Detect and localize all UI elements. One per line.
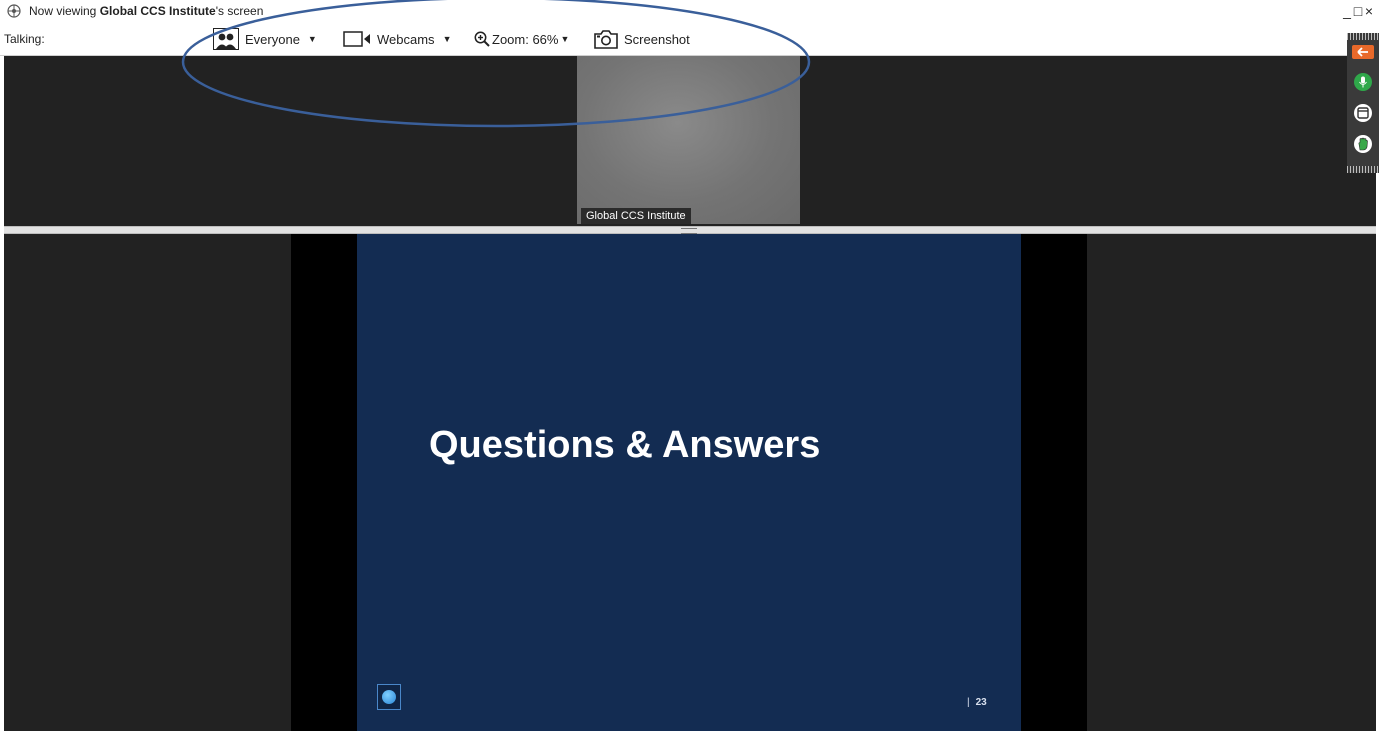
screenshot-button[interactable]: Screenshot — [594, 27, 690, 51]
webcam-icon — [343, 31, 370, 47]
webcams-label: Webcams — [377, 31, 435, 47]
zoom-icon — [474, 31, 490, 47]
presentation-slide: Questions & Answers | 23 — [357, 234, 1021, 731]
page-number: 23 — [975, 697, 987, 708]
raise-hand-button[interactable] — [1354, 135, 1372, 153]
panel-grip-bottom[interactable] — [1347, 166, 1379, 173]
toolbar: Talking: Everyone ▼ Webcams ▼ Zoom: 66% … — [0, 22, 1379, 56]
slide-page-number: | 23 — [967, 697, 987, 708]
panel-grip-top[interactable] — [1347, 33, 1379, 40]
microphone-button[interactable] — [1354, 73, 1372, 91]
title-prefix: Now viewing — [29, 4, 100, 18]
title-suffix: 's screen — [215, 4, 264, 18]
microphone-icon — [1359, 76, 1367, 88]
slide-logo-icon — [377, 684, 401, 710]
minimize-button[interactable]: _ — [1342, 0, 1353, 22]
everyone-icon — [213, 28, 239, 50]
title-bar: Now viewing Global CCS Institute's scree… — [0, 0, 1379, 22]
resize-divider[interactable] — [4, 226, 1376, 234]
webcam-tile[interactable]: Global CCS Institute — [577, 56, 800, 224]
window-button[interactable] — [1354, 104, 1372, 122]
camera-icon — [594, 30, 618, 49]
window-icon — [1357, 107, 1369, 119]
maximize-button[interactable]: □ — [1353, 0, 1364, 22]
webcams-dropdown[interactable]: Webcams ▼ — [343, 27, 451, 51]
screenshot-label: Screenshot — [624, 31, 690, 47]
zoom-dropdown[interactable]: Zoom: 66% ▼ — [474, 27, 569, 51]
chevron-down-icon: ▼ — [307, 34, 317, 44]
window-title: Now viewing Global CCS Institute's scree… — [29, 0, 263, 22]
chevron-down-icon: ▼ — [442, 34, 452, 44]
slide-title: Questions & Answers — [429, 424, 821, 466]
raise-hand-icon — [1358, 137, 1368, 151]
webcam-strip: Global CCS Institute — [4, 56, 1376, 226]
app-icon — [7, 4, 21, 18]
close-button[interactable]: × — [1364, 0, 1375, 22]
side-tool-panel — [1347, 33, 1379, 173]
webcam-name-label: Global CCS Institute — [581, 208, 691, 224]
talking-label: Talking: — [4, 32, 45, 46]
window-controls: _ □ × — [1342, 0, 1375, 22]
screen-share-area: Questions & Answers | 23 — [4, 234, 1376, 731]
everyone-label: Everyone — [245, 31, 300, 47]
page-separator: | — [967, 697, 970, 708]
everyone-dropdown[interactable]: Everyone ▼ — [213, 27, 317, 51]
zoom-label: Zoom: 66% — [492, 31, 559, 47]
chevron-down-icon: ▼ — [560, 34, 570, 44]
presenter-name: Global CCS Institute — [99, 4, 216, 18]
shared-screen: Questions & Answers | 23 — [291, 234, 1087, 731]
back-arrow-button[interactable] — [1352, 45, 1374, 59]
back-arrow-icon — [1357, 47, 1368, 57]
